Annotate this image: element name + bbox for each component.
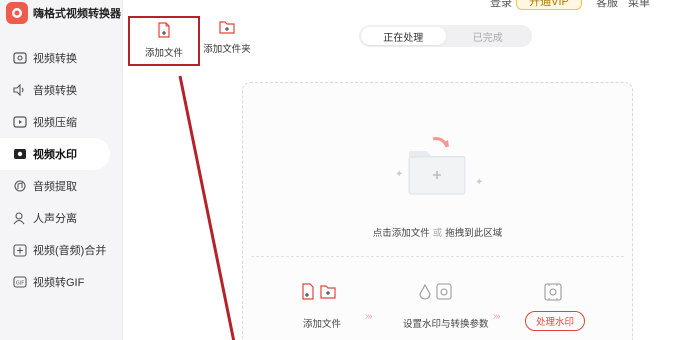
sidebar-item-label: 人声分离 bbox=[33, 213, 77, 225]
sidebar-item-gif[interactable]: GIF 视频转GIF bbox=[0, 266, 123, 298]
sidebar-item-video-watermark[interactable]: 视频水印 bbox=[0, 138, 110, 170]
gif-icon: GIF bbox=[12, 274, 28, 290]
audio-convert-icon bbox=[12, 82, 28, 98]
add-folder-button[interactable]: 添加文件夹 bbox=[202, 20, 252, 55]
folder-drop-icon bbox=[405, 135, 471, 200]
step-process-badge[interactable]: 处理水印 bbox=[525, 311, 586, 331]
add-file-icon bbox=[157, 22, 171, 41]
status-tabs: 正在处理 已完成 bbox=[359, 25, 532, 47]
voice-separate-icon bbox=[12, 210, 28, 226]
sidebar-item-video-compress[interactable]: 视频压缩 bbox=[0, 106, 123, 138]
step-arrow-icon: › › › bbox=[365, 311, 372, 322]
merge-icon bbox=[12, 242, 28, 258]
topbar: 登录 开通VIP 客服 菜单 bbox=[420, 0, 683, 12]
add-file-label: 添加文件 bbox=[144, 48, 183, 59]
step-arrow-icon: › › › bbox=[493, 311, 500, 322]
step-process-icon bbox=[543, 283, 563, 306]
step-add-file-label: 添加文件 bbox=[303, 319, 342, 330]
sidebar-item-video-convert[interactable]: 视频转换 bbox=[0, 42, 123, 74]
drop-hint-drag: 拖拽到此区域 bbox=[445, 228, 503, 239]
app-logo-icon bbox=[6, 2, 28, 24]
app-title: 嗨格式视频转换器 bbox=[33, 8, 121, 20]
drop-hint-click: 点击添加文件 bbox=[372, 228, 430, 239]
svg-text:GIF: GIF bbox=[16, 281, 24, 287]
login-link[interactable]: 登录 bbox=[490, 0, 512, 10]
sparkle-icon: ✦ bbox=[475, 177, 484, 188]
add-file-button[interactable]: 添加文件 bbox=[128, 16, 200, 66]
add-folder-label: 添加文件夹 bbox=[203, 44, 251, 55]
audio-extract-icon bbox=[12, 178, 28, 194]
dropzone-divider bbox=[251, 256, 624, 257]
vip-button[interactable]: 开通VIP bbox=[516, 0, 582, 10]
drop-hint: 点击添加文件或拖拽到此区域 bbox=[243, 225, 632, 239]
add-folder-icon bbox=[219, 20, 235, 37]
sidebar-item-merge[interactable]: 视频(音频)合并 bbox=[0, 234, 123, 266]
step-settings-label: 设置水印与转换参数 bbox=[403, 319, 489, 330]
sidebar-item-label: 视频(音频)合并 bbox=[33, 245, 107, 257]
tab-completed[interactable]: 已完成 bbox=[446, 27, 531, 45]
sidebar-item-voice-separate[interactable]: 人声分离 bbox=[0, 202, 123, 234]
sidebar-item-label: 视频水印 bbox=[33, 149, 77, 161]
drop-hint-or: 或 bbox=[432, 228, 443, 239]
sidebar-nav: 视频转换 音频转换 视频压缩 视频水印 音频提取 人声分离 视频(音频)合并 G… bbox=[0, 42, 123, 298]
sidebar: 嗨格式视频转换器 视频转换 音频转换 视频压缩 视频水印 音频提取 人声分离 视… bbox=[0, 0, 123, 340]
sparkle-icon: ✦ bbox=[395, 169, 404, 180]
app-header: 嗨格式视频转换器 bbox=[6, 2, 121, 24]
video-watermark-icon bbox=[12, 146, 28, 162]
sidebar-item-label: 视频转GIF bbox=[33, 277, 85, 289]
sidebar-item-label: 音频提取 bbox=[33, 181, 77, 193]
sidebar-item-label: 音频转换 bbox=[33, 85, 77, 97]
step-settings-icon bbox=[417, 283, 457, 306]
video-compress-icon bbox=[12, 114, 28, 130]
help-link[interactable]: 客服 bbox=[596, 0, 618, 10]
file-dropzone[interactable]: ✦ ✦ 点击添加文件或拖拽到此区域 添加文件 › › › 设置水印与转换参数 ›… bbox=[242, 82, 633, 340]
sidebar-item-label: 视频转换 bbox=[33, 53, 77, 65]
video-convert-icon bbox=[12, 50, 28, 66]
sidebar-item-audio-extract[interactable]: 音频提取 bbox=[0, 170, 123, 202]
sidebar-item-audio-convert[interactable]: 音频转换 bbox=[0, 74, 123, 106]
step-add-file-icon bbox=[301, 283, 337, 306]
tab-processing[interactable]: 正在处理 bbox=[361, 27, 446, 45]
sidebar-item-label: 视频压缩 bbox=[33, 117, 77, 129]
menu-link[interactable]: 菜单 bbox=[628, 0, 650, 10]
